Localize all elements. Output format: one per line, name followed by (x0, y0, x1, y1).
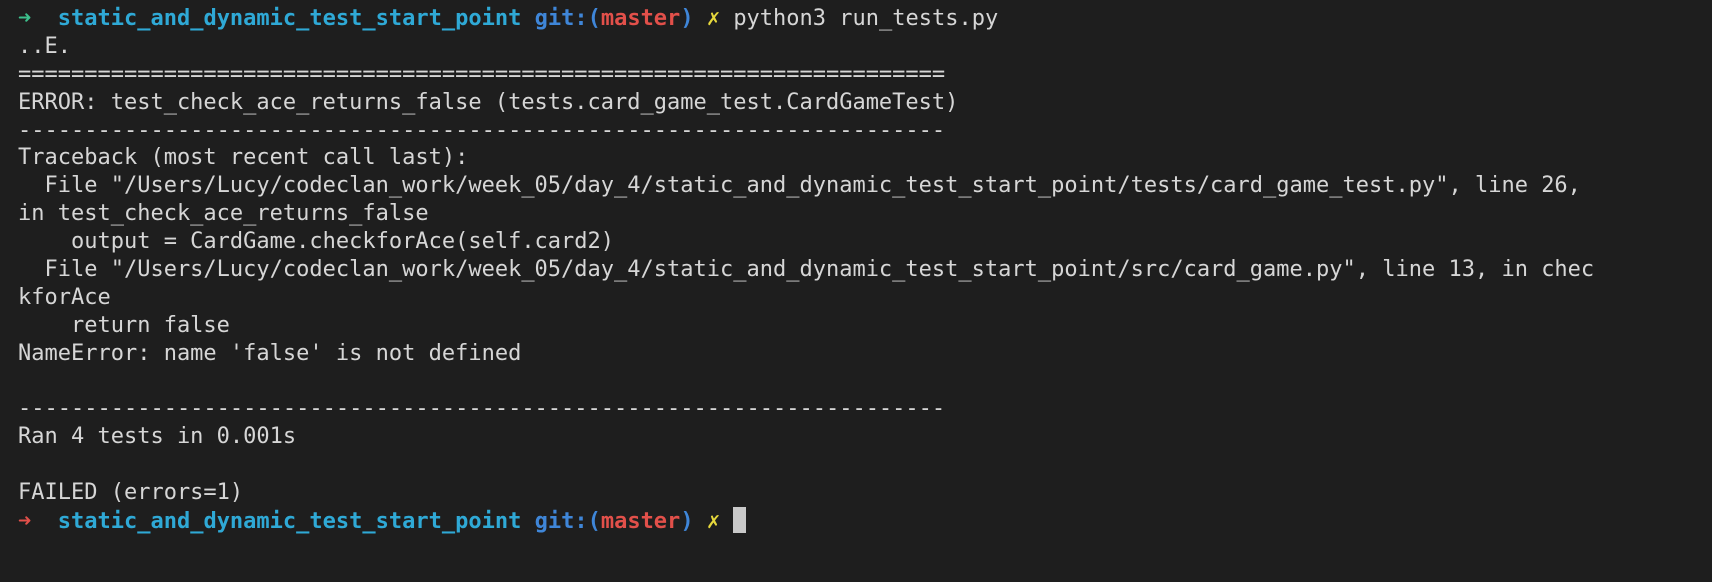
command-text: python3 run_tests.py (733, 6, 999, 31)
test-summary: Ran 4 tests in 0.001s (18, 424, 297, 450)
prompt-line-1: ➜ static_and_dynamic_test_start_point gi… (18, 5, 1712, 33)
git-label: git: (534, 509, 588, 535)
prompt-directory: static_and_dynamic_test_start_point (57, 6, 522, 31)
separator-single-2: ----------------------------------------… (18, 396, 946, 422)
prompt-arrow-icon: ➜ (18, 509, 32, 535)
separator-double: ========================================… (18, 61, 946, 87)
dirty-marker-icon: ✗ (706, 6, 721, 31)
traceback-line: in test_check_ace_returns_false (18, 201, 429, 227)
separator-single-1: ----------------------------------------… (18, 117, 946, 143)
prompt-arrow-icon: ➜ (18, 6, 32, 31)
error-header: ERROR: test_check_ace_returns_false (tes… (18, 89, 959, 115)
test-result: FAILED (errors=1) (18, 480, 244, 506)
test-progress: ..E. (18, 33, 71, 59)
prompt-directory: static_and_dynamic_test_start_point (57, 509, 522, 535)
terminal-cursor[interactable] (733, 507, 747, 534)
dirty-marker-icon: ✗ (706, 509, 721, 535)
terminal-window[interactable]: ➜ static_and_dynamic_test_start_point gi… (0, 0, 1712, 582)
traceback-header: Traceback (most recent call last): (18, 145, 469, 171)
git-label: git: (534, 6, 588, 31)
traceback-line: kforAce (18, 284, 111, 310)
git-branch: master (600, 6, 681, 31)
exception-message: NameError: name 'false' is not defined (18, 340, 522, 366)
git-paren-close: ) (680, 509, 694, 535)
git-paren-open: ( (587, 509, 601, 535)
git-paren-open: ( (587, 6, 601, 31)
traceback-line: File "/Users/Lucy/codeclan_work/week_05/… (18, 257, 1595, 283)
prompt-line-2[interactable]: ➜ static_and_dynamic_test_start_point gi… (18, 507, 1712, 535)
traceback-line: output = CardGame.checkforAce(self.card2… (18, 229, 615, 255)
git-paren-close: ) (680, 6, 694, 31)
git-branch: master (600, 509, 681, 535)
traceback-line: return false (18, 312, 230, 338)
traceback-line: File "/Users/Lucy/codeclan_work/week_05/… (18, 173, 1581, 199)
